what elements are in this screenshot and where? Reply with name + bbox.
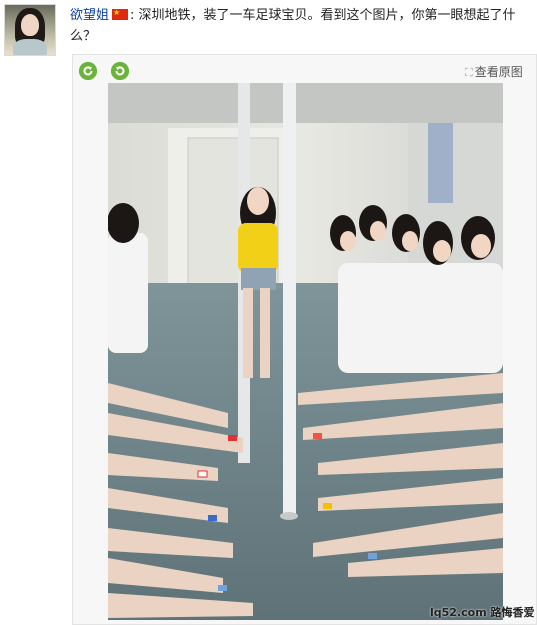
- rotate-right-icon[interactable]: [111, 62, 129, 80]
- subway-photo-illustration: [108, 83, 503, 620]
- avatar[interactable]: [4, 4, 56, 56]
- post-content: : 深圳地铁，装了一车足球宝贝。看到这个图片，你第一眼想起了什么？: [70, 8, 516, 44]
- yellow-jersey: [238, 223, 278, 273]
- subway-photo[interactable]: [108, 83, 503, 620]
- view-original-button[interactable]: ⛶ 查看原图: [465, 63, 523, 80]
- rotate-left-icon[interactable]: [79, 62, 97, 80]
- post-text: 欲望姐 ★: 深圳地铁，装了一车足球宝贝。看到这个图片，你第一眼想起了什么？: [70, 5, 530, 47]
- china-flag-icon: ★: [112, 8, 129, 20]
- expand-icon: ⛶: [465, 66, 473, 79]
- image-watermark: lq52.com 路悔香爱: [430, 606, 535, 619]
- center-pole: [283, 83, 296, 515]
- view-original-label: 查看原图: [474, 65, 523, 79]
- author-name[interactable]: 欲望姐: [70, 8, 109, 23]
- avatar-face: [21, 14, 39, 36]
- avatar-shirt: [13, 39, 47, 55]
